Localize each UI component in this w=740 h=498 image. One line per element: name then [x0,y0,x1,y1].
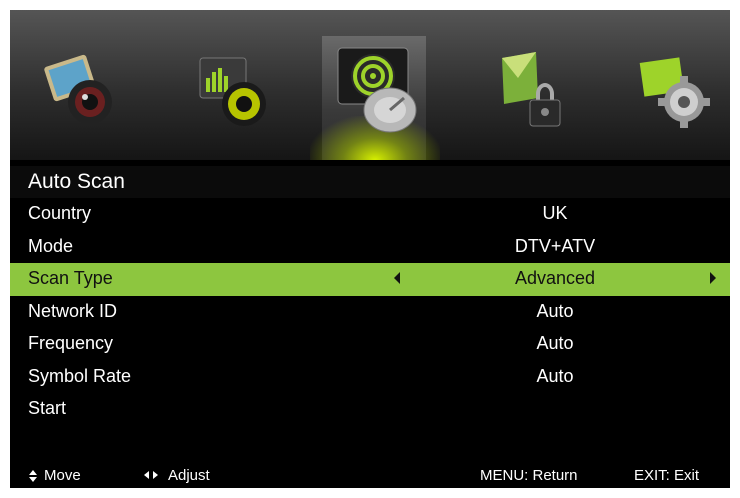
left-arrow-icon[interactable] [394,272,400,284]
row-label: Frequency [28,333,114,353]
move-hint: Move [44,467,81,484]
settings-list: Country UK Mode DTV+ATV Scan Type Advanc… [10,198,730,426]
category-icon-bar [10,10,730,160]
up-down-arrows-icon [28,470,38,482]
row-label: Start [28,398,67,418]
row-value: DTV+ATV [514,235,596,256]
row-start[interactable]: Start [10,393,730,426]
menu-return-hint: MENU: Return [480,467,578,484]
row-scan-type[interactable]: Scan Type Advanced [10,263,730,296]
tv-osd-menu: Auto Scan Country UK Mode DTV+ATV Scan T… [10,10,730,488]
row-label: Country [28,203,92,223]
picture-icon[interactable] [40,38,130,138]
menu-title-bar: Auto Scan [10,166,730,198]
row-network-id[interactable]: Network ID Auto [10,296,730,329]
row-value: Auto [536,333,574,353]
row-symbol-rate[interactable]: Symbol Rate Auto [10,361,730,394]
row-value: Auto [536,300,574,321]
sound-icon[interactable] [190,38,280,138]
channel-icon[interactable] [328,40,428,140]
row-label: Symbol Rate [28,365,132,386]
lock-icon[interactable] [488,38,578,138]
adjust-hint: Adjust [168,467,210,484]
row-label: Scan Type [28,268,113,288]
row-value: Auto [536,365,574,386]
footer-hints: Move Adjust MENU: Return EXIT: Exit [10,462,730,488]
right-arrow-icon[interactable] [710,272,716,284]
row-mode[interactable]: Mode DTV+ATV [10,231,730,264]
row-value: Advanced [514,268,596,288]
row-country[interactable]: Country UK [10,198,730,231]
row-frequency[interactable]: Frequency Auto [10,328,730,361]
setup-icon[interactable] [630,38,720,138]
row-value: UK [542,203,568,223]
row-label: Mode [28,235,74,256]
left-right-arrows-icon [144,471,160,481]
exit-hint: EXIT: Exit [634,467,700,484]
row-label: Network ID [28,300,118,321]
menu-title: Auto Scan [28,170,125,193]
